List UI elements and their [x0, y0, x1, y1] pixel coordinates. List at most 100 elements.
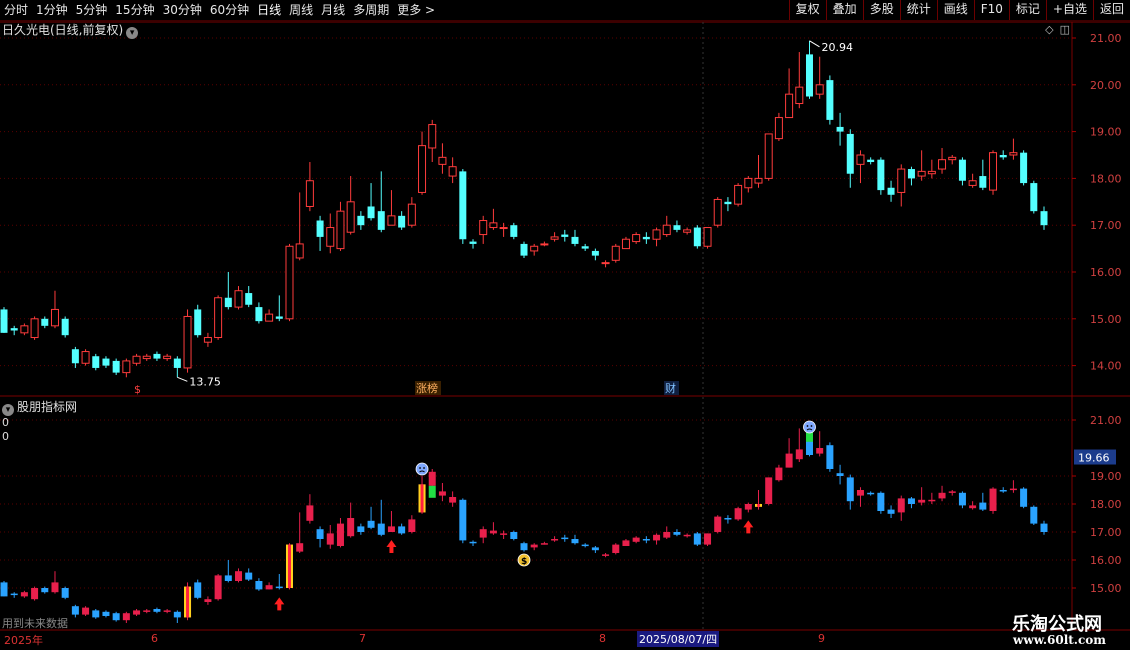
candle-body-down	[245, 293, 253, 305]
candle-body-up	[1009, 152, 1018, 156]
sub-candle-body	[734, 508, 742, 520]
indicator-value-2: 0	[2, 430, 9, 443]
sub-candle-body	[275, 586, 283, 589]
sub-candle-body	[551, 539, 559, 541]
sub-candle-body	[653, 534, 661, 541]
sub-candle-body	[296, 543, 304, 552]
sub-candle-body	[398, 526, 406, 534]
candle-body-down	[41, 318, 49, 326]
sub-candle-body	[245, 572, 253, 580]
sub-candle-body	[520, 543, 528, 551]
candle-body-up	[795, 86, 804, 105]
sub-candle-body	[336, 523, 344, 546]
candle-body-down	[316, 220, 324, 237]
face-eye	[423, 467, 425, 469]
stock-title[interactable]: 日久光电(日线,前复权) ▾	[2, 21, 139, 39]
sub-candle-body	[948, 491, 956, 493]
sub-candle-body	[438, 491, 446, 496]
indicator-title[interactable]: ▾ 股朋指标网	[2, 398, 77, 416]
candle-body-up	[774, 117, 783, 140]
sub-candle-body	[428, 471, 436, 486]
candle-body-up	[611, 245, 620, 261]
sub-candle-body	[459, 499, 467, 541]
sub-candle-body	[795, 449, 803, 460]
sub-candle-body	[316, 529, 324, 539]
chevron-down-icon[interactable]: ▾	[2, 404, 14, 416]
candle-body-up	[744, 177, 753, 189]
face-eye	[419, 467, 421, 469]
sub-candle-body	[102, 611, 110, 616]
maximize-icon[interactable]: ◫	[1060, 23, 1070, 36]
low-pointer	[177, 376, 188, 382]
candle-body-up	[295, 243, 304, 259]
candle-body-up	[407, 203, 416, 226]
face-icon	[415, 462, 429, 476]
sub-candle-body	[357, 526, 365, 532]
sub-candle-body	[836, 473, 844, 476]
watermark-url: www.60lt.com	[1013, 633, 1106, 647]
chevron-down-icon[interactable]: ▾	[126, 27, 139, 39]
sub-tick-label: 17.00	[1090, 526, 1122, 539]
candle-body-up	[489, 222, 498, 229]
main-tick-label: 16.00	[1090, 266, 1122, 279]
candle-body-down	[999, 155, 1007, 158]
diamond-icon[interactable]: ◇	[1045, 23, 1053, 36]
candle-body-up	[346, 201, 355, 233]
sub-candle-body	[194, 582, 202, 598]
sub-candle-body	[133, 610, 141, 615]
sub-candle-body	[82, 607, 90, 615]
sub-candle-body	[958, 492, 966, 506]
candle-body-down	[459, 171, 467, 240]
main-tick-label: 18.00	[1090, 172, 1122, 185]
candle-body-up	[713, 198, 722, 226]
sub-candle-body	[489, 530, 497, 534]
candle-body-up	[50, 308, 59, 327]
sub-candle-body	[642, 539, 650, 541]
candle-body-down	[61, 318, 69, 336]
sub-candle-body	[581, 544, 589, 547]
candle-body-up	[20, 325, 29, 334]
low-price-label: 13.75	[189, 375, 221, 388]
candle-body-down	[877, 159, 885, 191]
sub-candle-body	[387, 526, 395, 532]
sub-candle-body	[928, 499, 936, 502]
sub-candle-body	[714, 516, 722, 532]
sub-candle-body	[1040, 523, 1048, 532]
sub-candle-body	[1009, 488, 1017, 491]
candle-body-up	[234, 290, 243, 308]
high-price-label: 20.94	[821, 41, 853, 54]
candle-body-down	[10, 328, 18, 331]
indicator-title-text: 股朋指标网	[17, 400, 78, 414]
date-label-jul: 7	[359, 632, 366, 645]
kline-chart[interactable]: 21.00 20.00 19.00 18.00 17.00 16.00 15.00 14.00…	[0, 0, 1130, 650]
signal-bar-core	[757, 504, 761, 507]
candle-body-up	[989, 152, 998, 191]
main-tick-label: 17.00	[1090, 219, 1122, 232]
sub-candle-body	[826, 445, 834, 469]
sub-candle-body	[326, 533, 334, 545]
candle-body-up	[387, 215, 396, 226]
candle-body-down	[693, 227, 701, 247]
sub-candle-body	[602, 554, 610, 556]
sub-candle-body	[765, 477, 773, 504]
sub-candle-body	[347, 518, 355, 537]
sub-candle-body	[867, 492, 875, 495]
sub-candle-body	[510, 532, 518, 539]
main-tick-label: 19.00	[1090, 126, 1122, 139]
candle-body-down	[836, 126, 844, 132]
sub-candle-body	[265, 585, 273, 590]
candle-body-up	[662, 224, 671, 236]
stock-title-text: 日久光电(日线,前复权)	[2, 23, 124, 37]
candle-body-down	[846, 133, 854, 174]
sub-candle-body	[918, 499, 926, 503]
sub-candle-body	[0, 582, 8, 597]
candle-body-up	[203, 337, 212, 343]
sub-candle-body	[224, 575, 232, 581]
date-label-jun: 6	[151, 632, 158, 645]
candle-body-down	[255, 307, 263, 322]
candle-body-down	[377, 211, 385, 230]
candle-body-down	[907, 169, 915, 179]
sub-candle-body	[173, 611, 181, 618]
candle-body-up	[30, 318, 39, 339]
future-data-note: 用到未来数据	[2, 617, 68, 630]
